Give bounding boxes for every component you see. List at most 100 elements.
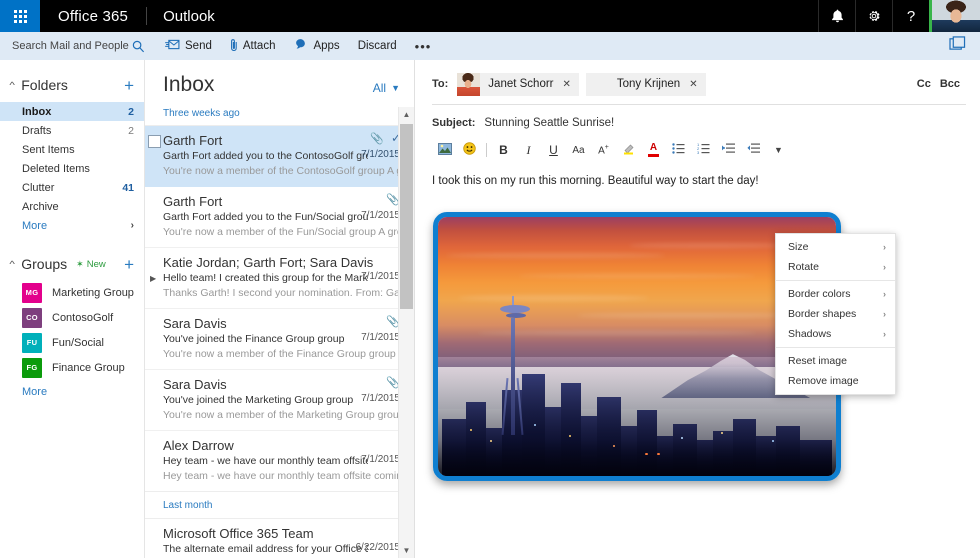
message-sender: Garth Fort [163,194,400,210]
sidebar-group-marketing-group[interactable]: MG Marketing Group [0,280,144,305]
groups-title: Groups [21,256,67,272]
table-row[interactable]: ▶ Katie Jordan; Garth Fort; Sara Davis H… [145,248,414,309]
folders-header[interactable]: ^ Folders + [0,74,144,96]
question-mark-icon: ? [907,9,915,24]
attach-button[interactable]: Attach [230,38,276,55]
bold-button[interactable]: B [491,139,516,161]
message-list-scrollbar[interactable]: ▲ ▼ [398,107,414,558]
sidebar-item-drafts[interactable]: Drafts 2 [0,121,144,140]
subject-field-row[interactable]: Subject: Stunning Seattle Sunrise! [416,105,980,129]
user-avatar [932,0,980,32]
bulleted-list-button[interactable] [666,139,691,161]
settings-button[interactable] [855,0,892,32]
discard-button[interactable]: Discard [358,40,397,52]
font-name-button[interactable]: Aa [566,139,591,161]
avatar [586,73,609,96]
numbered-list-button[interactable]: 123 [691,139,716,161]
sidebar-item-inbox[interactable]: Inbox 2 [0,102,144,121]
message-sender: Microsoft Office 365 Team [163,526,400,542]
sidebar-item-deleted-items[interactable]: Deleted Items [0,159,144,178]
left-navigation: ^ Folders + Inbox 2 Drafts 2 Sent Items … [0,60,145,558]
increase-indent-button[interactable] [716,139,741,161]
chevron-up-icon[interactable]: ▲ [399,107,414,122]
app-launcher-button[interactable] [0,0,40,32]
page-title: Inbox [163,74,214,95]
avatar[interactable] [929,0,980,32]
notifications-button[interactable] [818,0,855,32]
bold-icon: B [499,143,508,157]
chevron-down-icon: ▼ [391,83,400,93]
sidebar-item-clutter[interactable]: Clutter 41 [0,178,144,197]
send-button[interactable]: Send [165,39,212,53]
plus-icon[interactable]: + [124,77,134,94]
message-body-text[interactable]: I took this on my run this morning. Beau… [416,161,980,187]
close-icon[interactable]: ✕ [689,79,697,90]
context-menu-item-size[interactable]: Size › [776,237,895,257]
filter-dropdown[interactable]: All ▼ [373,81,400,95]
sidebar-item-archive[interactable]: Archive [0,197,144,216]
more-label: More [22,220,47,232]
bcc-button[interactable]: Bcc [940,78,960,90]
insert-picture-button[interactable] [432,139,457,161]
highlight-button[interactable] [616,139,641,161]
more-commands-button[interactable]: ••• [415,39,432,54]
more-formatting-button[interactable]: ▼ [766,139,791,161]
plus-icon[interactable]: + [124,256,134,273]
table-row[interactable]: Alex Darrow Hey team - we have our month… [145,431,414,491]
search-icon[interactable] [132,40,145,53]
increase-indent-icon [722,143,736,157]
sidebar-group-finance-group[interactable]: FG Finance Group [0,355,144,380]
folder-label: Inbox [22,106,51,118]
font-size-button[interactable]: A+ [591,139,616,161]
context-menu-item-rotate[interactable]: Rotate › [776,257,895,277]
send-label: Send [185,40,212,52]
popout-button[interactable] [949,36,980,56]
apps-icon [293,38,308,54]
context-menu-item-reset-image[interactable]: Reset image [776,351,895,371]
groups-header[interactable]: ^ Groups ✶ New + [0,253,144,275]
new-badge: ✶ New [76,259,106,270]
close-icon[interactable]: ✕ [563,79,571,90]
message-date: 7/1/2015 [361,454,400,465]
table-row[interactable]: 📎 Garth Fort Garth Fort added you to the… [145,187,414,248]
app-name-outlook[interactable]: Outlook [147,0,231,32]
insert-emoji-button[interactable] [457,139,482,161]
sidebar-groups-more[interactable]: More [0,386,144,398]
font-color-button[interactable]: A [641,139,666,161]
message-sender: Garth Fort [163,133,400,149]
recipient-pill-tony-krijnen[interactable]: Tony Krijnen ✕ [586,73,706,96]
sidebar-item-sent-items[interactable]: Sent Items [0,140,144,159]
subject-input[interactable]: Stunning Seattle Sunrise! [484,117,614,129]
search-box[interactable] [0,32,145,60]
sidebar-group-fun-social[interactable]: FU Fun/Social [0,330,144,355]
context-menu-item-border-shapes[interactable]: Border shapes › [776,304,895,324]
office-365-brand[interactable]: Office 365 [40,0,146,32]
table-row[interactable]: Microsoft Office 365 Team The alternate … [145,519,414,558]
message-checkbox[interactable] [148,135,161,148]
scrollbar-thumb[interactable] [400,124,413,309]
expand-conversation-icon[interactable]: ▶ [150,274,156,283]
table-row[interactable]: 📎 ✓ Garth Fort Garth Fort added you to t… [145,126,414,187]
search-input[interactable] [10,39,132,53]
sidebar-group-contosogolf[interactable]: CO ContosoGolf [0,305,144,330]
to-field-row[interactable]: To: Janet Schorr ✕ Tony Krijnen ✕ Cc Bcc [416,60,980,94]
cc-button[interactable]: Cc [917,78,931,90]
context-menu-item-shadows[interactable]: Shadows › [776,324,895,344]
menu-item-label: Size [788,241,808,253]
help-button[interactable]: ? [892,0,929,32]
recipient-pill-janet-schorr[interactable]: Janet Schorr ✕ [457,73,579,96]
popout-window-icon [949,36,966,56]
underline-button[interactable]: U [541,139,566,161]
table-row[interactable]: 📎 Sara Davis You've joined the Finance G… [145,309,414,370]
context-menu-item-border-colors[interactable]: Border colors › [776,284,895,304]
chevron-down-icon[interactable]: ▼ [399,543,414,558]
folder-count: 2 [128,106,134,118]
apps-button[interactable]: Apps [293,38,339,54]
sidebar-folders-more[interactable]: More › [0,216,144,235]
italic-button[interactable]: I [516,139,541,161]
context-menu-item-remove-image[interactable]: Remove image [776,371,895,391]
table-row[interactable]: 📎 Sara Davis You've joined the Marketing… [145,370,414,431]
folder-label: Archive [22,201,59,213]
message-date: 7/1/2015 [361,210,400,221]
decrease-indent-button[interactable] [741,139,766,161]
